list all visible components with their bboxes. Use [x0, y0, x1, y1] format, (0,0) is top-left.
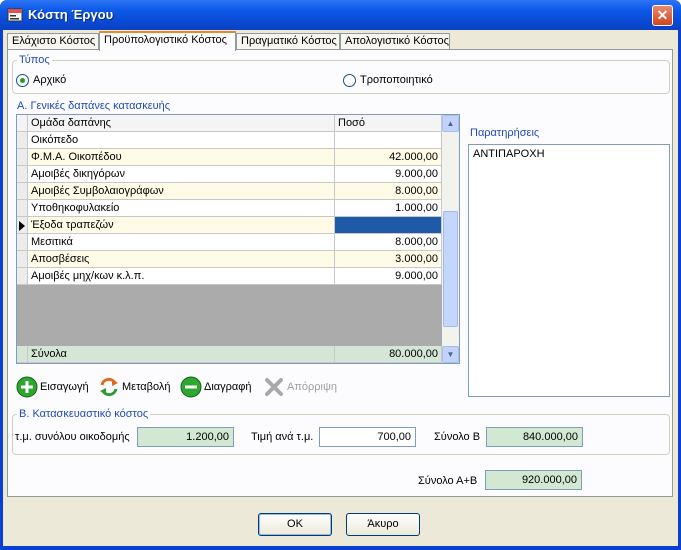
totals-label: Σύνολα	[28, 346, 335, 363]
cell-group[interactable]: Οικόπεδο	[28, 132, 335, 149]
tab-final-cost[interactable]: Απολογιστικό Κόστος	[340, 33, 450, 50]
type-group-title: Τύπος	[17, 54, 52, 66]
cell-amount-selected[interactable]	[335, 217, 442, 234]
notes-title: Παρατηρήσεις	[470, 127, 540, 139]
cell-group[interactable]: Αμοιβές δικηγόρων	[28, 166, 335, 183]
radio-initial-label[interactable]: Αρχικό	[33, 74, 66, 86]
notes-textarea[interactable]: ΑΝΤΙΠΑΡΟΧΗ	[468, 144, 670, 397]
cell-group[interactable]: Έξοδα τραπεζών	[28, 217, 335, 234]
section-b-title: Β. Κατασκευαστικό κόστος	[17, 408, 151, 420]
table-row[interactable]: Αμοιβές Συμβολαιογράφων 8.000,00	[17, 183, 442, 200]
cell-amount[interactable]: 42.000,00	[335, 149, 442, 166]
table-row[interactable]: Φ.Μ.Α. Οικοπέδου 42.000,00	[17, 149, 442, 166]
tab-panel: Τύπος Αρχικό Τροποποιητικό Α. Γενικές δα…	[7, 49, 673, 497]
row-selector	[17, 200, 28, 217]
row-selector	[17, 346, 28, 363]
cell-group[interactable]: Υποθηκοφυλακείο	[28, 200, 335, 217]
header-selector	[17, 115, 28, 132]
tab-actual-cost[interactable]: Πραγματικό Κόστος	[236, 33, 340, 50]
column-header-amount[interactable]: Ποσό	[335, 115, 442, 132]
scroll-thumb[interactable]	[443, 211, 458, 327]
total-ab-field: 920.000,00	[485, 470, 582, 490]
refresh-icon	[100, 377, 118, 397]
table-row[interactable]: Αμοιβές μηχ/κων κ.λ.π. 9.000,00	[17, 268, 442, 285]
cancel-button[interactable]: Άκυρο	[346, 513, 420, 536]
window-title: Κόστη Έργου	[28, 7, 114, 22]
row-selector	[17, 251, 28, 268]
cell-amount[interactable]	[335, 132, 442, 149]
cancel-edit-button-label: Απόρριψη	[287, 381, 337, 393]
cell-group[interactable]: Αμοιβές μηχ/κων κ.λ.π.	[28, 268, 335, 285]
close-button[interactable]: ✕	[652, 5, 673, 26]
total-ab-label: Σύνολο Α+Β	[418, 475, 478, 487]
remove-icon	[180, 376, 202, 398]
table-row[interactable]: Αμοιβές δικηγόρων 9.000,00	[17, 166, 442, 183]
table-row[interactable]: Μεσιτικά 8.000,00	[17, 234, 442, 251]
cell-group[interactable]: Μεσιτικά	[28, 234, 335, 251]
row-selector	[17, 234, 28, 251]
grid-header: Ομάδα δαπάνης Ποσό	[17, 115, 442, 132]
cell-amount[interactable]: 3.000,00	[335, 251, 442, 268]
tab-budget-cost[interactable]: Προϋπολογιστικό Κόστος	[99, 31, 236, 51]
add-button-label: Εισαγωγή	[40, 381, 89, 393]
section-a-title: Α. Γενικές δαπάνες κατασκευής	[15, 100, 173, 112]
edit-button-label: Μεταβολή	[122, 381, 171, 393]
column-header-group[interactable]: Ομάδα δαπάνης	[28, 115, 335, 132]
row-selector	[17, 268, 28, 285]
table-row-current[interactable]: Έξοδα τραπεζών	[17, 217, 442, 234]
type-group: Τύπος Αρχικό Τροποποιητικό	[12, 54, 670, 94]
table-row[interactable]: Οικόπεδο	[17, 132, 442, 149]
radio-amending-label[interactable]: Τροποποιητικό	[360, 74, 433, 86]
radio-amending[interactable]	[343, 74, 356, 87]
delete-button-label: Διαγραφή	[204, 381, 252, 393]
title-bar[interactable]: Κόστη Έργου ✕	[0, 0, 681, 30]
cell-amount[interactable]: 9.000,00	[335, 268, 442, 285]
row-selector	[17, 183, 28, 200]
scroll-up-icon[interactable]: ▲	[442, 115, 459, 132]
cell-amount[interactable]: 8.000,00	[335, 234, 442, 251]
cell-amount[interactable]: 1.000,00	[335, 200, 442, 217]
add-icon	[16, 376, 38, 398]
row-selector	[17, 132, 28, 149]
grid-vertical-scrollbar[interactable]: ▲ ▼	[442, 115, 459, 363]
area-field: 1.200,00	[137, 427, 234, 447]
cell-amount[interactable]: 9.000,00	[335, 166, 442, 183]
notes-group: Παρατηρήσεις ΑΝΤΙΠΑΡΟΧΗ	[466, 127, 670, 397]
costs-grid[interactable]: Ομάδα δαπάνης Ποσό Οικόπεδο Φ.Μ.Α. Οικοπ…	[16, 114, 460, 364]
radio-initial[interactable]	[16, 74, 29, 87]
current-row-arrow-icon	[19, 221, 25, 231]
price-per-sqm-field[interactable]: 700,00	[319, 427, 416, 447]
row-selector	[17, 166, 28, 183]
totals-row: Σύνολα 80.000,00	[17, 346, 442, 363]
area-label: τ.μ. συνόλου οικοδομής	[15, 431, 130, 443]
table-row[interactable]: Αποσβέσεις 3.000,00	[17, 251, 442, 268]
cell-amount[interactable]: 8.000,00	[335, 183, 442, 200]
price-label: Τιμή ανά τ.μ.	[251, 431, 314, 443]
dialog-client: Ελάχιστο Κόστος Προϋπολογιστικό Κόστος Π…	[3, 30, 678, 546]
ok-button[interactable]: OK	[258, 513, 332, 536]
app-icon	[7, 8, 23, 22]
totals-value: 80.000,00	[335, 346, 442, 363]
cross-icon	[265, 378, 283, 396]
cell-group[interactable]: Αποσβέσεις	[28, 251, 335, 268]
tab-minimum-cost[interactable]: Ελάχιστο Κόστος	[7, 33, 99, 50]
section-b-group: Β. Κατασκευαστικό κόστος τ.μ. συνόλου οι…	[12, 408, 670, 455]
row-selector	[17, 149, 28, 166]
cell-group[interactable]: Φ.Μ.Α. Οικοπέδου	[28, 149, 335, 166]
cell-group[interactable]: Αμοιβές Συμβολαιογράφων	[28, 183, 335, 200]
total-b-field: 840.000,00	[486, 427, 583, 447]
table-row[interactable]: Υποθηκοφυλακείο 1.000,00	[17, 200, 442, 217]
row-selector	[17, 217, 28, 234]
costs-grid-body: Ομάδα δαπάνης Ποσό Οικόπεδο Φ.Μ.Α. Οικοπ…	[17, 115, 442, 363]
dialog-window: Κόστη Έργου ✕ Ελάχιστο Κόστος Προϋπολογι…	[0, 0, 681, 550]
total-b-label: Σύνολο Β	[434, 431, 481, 443]
scroll-down-icon[interactable]: ▼	[442, 346, 459, 363]
